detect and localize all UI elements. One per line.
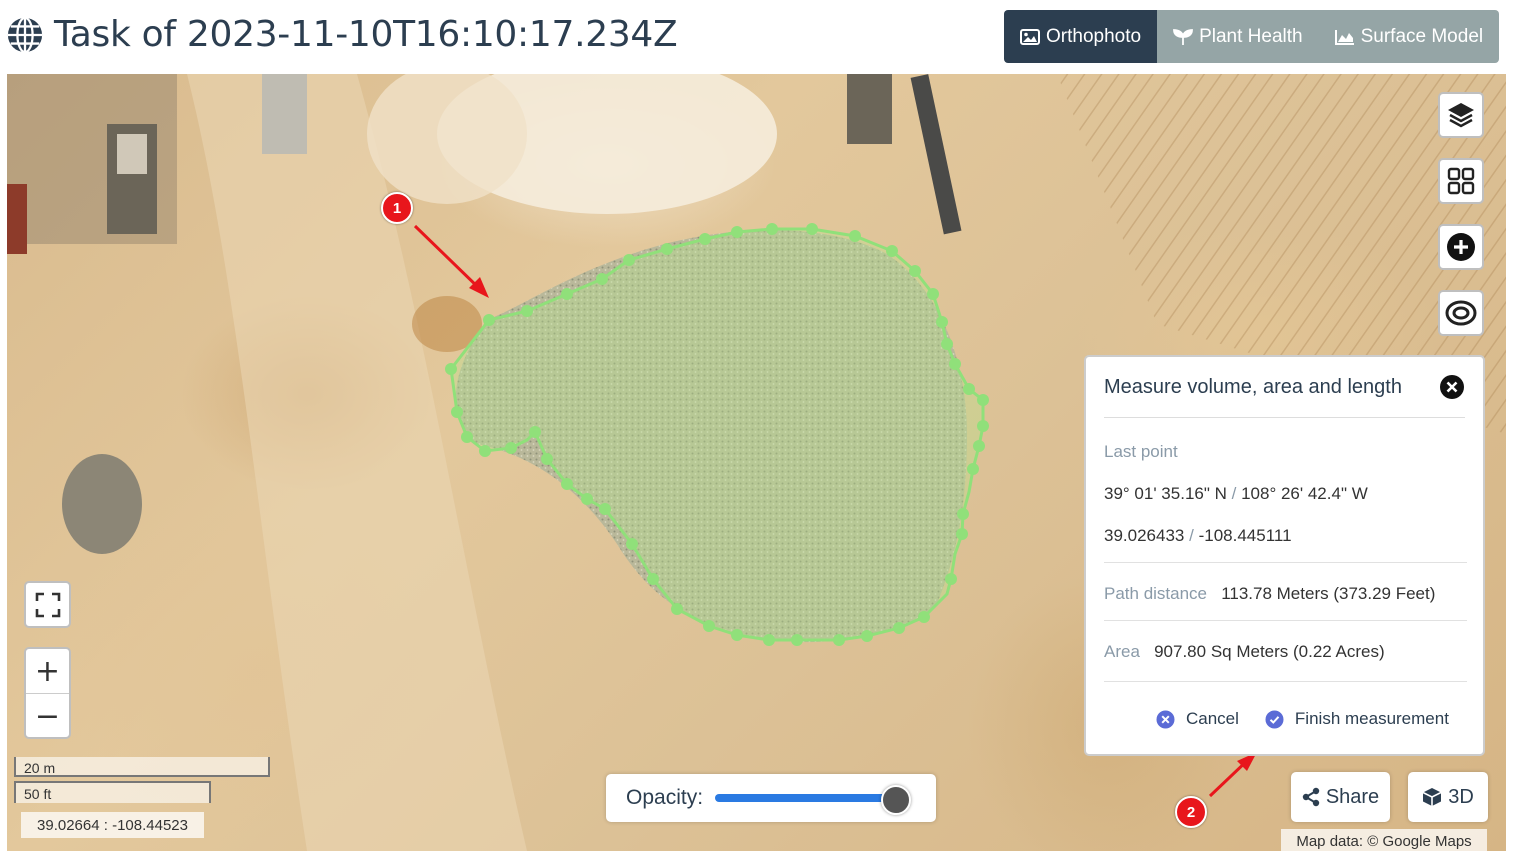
tab-plant-health-label: Plant Health: [1199, 25, 1303, 47]
image-icon: [1020, 28, 1040, 45]
plus-circle-icon: [1447, 233, 1475, 261]
globe-icon: [7, 16, 43, 53]
add-measure-button[interactable]: [1438, 224, 1484, 270]
view-tabs: Orthophoto Plant Health Surface Model: [1004, 10, 1500, 63]
opacity-label: Opacity:: [626, 786, 704, 809]
last-point-dms: 39° 01' 35.16" N / 108° 26' 42.4" W: [1104, 484, 1368, 504]
opacity-control: Opacity:: [606, 774, 936, 822]
threed-label: 3D: [1448, 785, 1474, 808]
dec-separator: /: [1189, 526, 1194, 545]
panel-actions: Cancel Finish measurement: [1156, 709, 1449, 729]
overlay-toggle-button[interactable]: [1438, 290, 1484, 336]
page-header: Task of 2023-11-10T16:10:17.234Z Orthoph…: [0, 0, 1514, 72]
annotation-marker-1: 1: [381, 192, 413, 224]
cancel-button[interactable]: Cancel: [1156, 709, 1239, 729]
cube-icon: [1422, 788, 1442, 806]
layers-icon: [1448, 103, 1474, 128]
divider: [1104, 562, 1467, 563]
opacity-slider-track[interactable]: [715, 785, 912, 815]
divider: [1104, 681, 1467, 682]
cancel-label: Cancel: [1186, 709, 1239, 728]
close-icon[interactable]: [1439, 374, 1465, 400]
share-icon: [1302, 787, 1320, 807]
tab-orthophoto[interactable]: Orthophoto: [1004, 10, 1158, 63]
divider: [1104, 620, 1467, 621]
area-label: Area: [1104, 642, 1140, 661]
share-label: Share: [1325, 785, 1380, 808]
finish-measurement-button[interactable]: Finish measurement: [1265, 709, 1449, 729]
area-measure: Area 907.80 Sq Meters (0.22 Acres): [1104, 642, 1385, 662]
leaf-icon: [1173, 28, 1193, 45]
measure-panel: Measure volume, area and length Last poi…: [1084, 355, 1485, 756]
dec-lat: 39.026433: [1104, 526, 1185, 545]
finish-label: Finish measurement: [1294, 709, 1449, 728]
scale-bar-imperial: 50 ft: [14, 781, 211, 803]
last-point-label: Last point: [1104, 442, 1178, 461]
eye-ring-icon: [1445, 300, 1477, 326]
tab-surface-model-label: Surface Model: [1360, 25, 1484, 47]
cancel-circle-icon: [1156, 710, 1175, 728]
area-chart-icon: [1334, 29, 1354, 45]
grid-icon: [1447, 167, 1475, 195]
map-attribution: Map data: © Google Maps: [1281, 829, 1487, 854]
last-point-decimal: 39.026433 / -108.445111: [1104, 526, 1292, 546]
zoom-in-button[interactable]: +: [26, 649, 69, 694]
dms-separator: /: [1231, 484, 1237, 503]
opacity-slider-thumb[interactable]: [881, 785, 912, 815]
tab-surface-model[interactable]: Surface Model: [1318, 10, 1500, 63]
view-3d-button[interactable]: 3D: [1408, 772, 1488, 822]
distance-label: Path distance: [1104, 584, 1208, 603]
title-wrap: Task of 2023-11-10T16:10:17.234Z: [6, 14, 678, 55]
page-title: Task of 2023-11-10T16:10:17.234Z: [54, 14, 678, 55]
zoom-control: + −: [24, 647, 71, 739]
mouse-coordinates: 39.02664 : -108.44523: [21, 812, 204, 838]
fullscreen-icon: [35, 592, 60, 617]
annotation-marker-2: 2: [1175, 796, 1207, 828]
distance-value: 113.78 Meters (373.29 Feet): [1221, 584, 1436, 603]
tab-plant-health[interactable]: Plant Health: [1157, 10, 1319, 63]
share-button[interactable]: Share: [1291, 772, 1390, 822]
grid-button[interactable]: [1438, 158, 1484, 204]
dms-lon: 108° 26' 42.4" W: [1241, 484, 1368, 503]
zoom-out-button[interactable]: −: [26, 694, 69, 737]
path-distance: Path distance 113.78 Meters (373.29 Feet…: [1104, 584, 1435, 604]
dec-lon: -108.445111: [1198, 526, 1292, 545]
dms-lat: 39° 01' 35.16" N: [1104, 484, 1227, 503]
fullscreen-button[interactable]: [24, 581, 71, 628]
panel-title: Measure volume, area and length: [1104, 375, 1402, 398]
area-value: 907.80 Sq Meters (0.22 Acres): [1154, 642, 1385, 661]
scale-bar-metric: 20 m: [14, 757, 270, 777]
check-circle-icon: [1265, 710, 1284, 728]
tab-orthophoto-label: Orthophoto: [1046, 25, 1142, 47]
panel-header: Measure volume, area and length: [1104, 357, 1465, 418]
layers-button[interactable]: [1438, 92, 1484, 138]
